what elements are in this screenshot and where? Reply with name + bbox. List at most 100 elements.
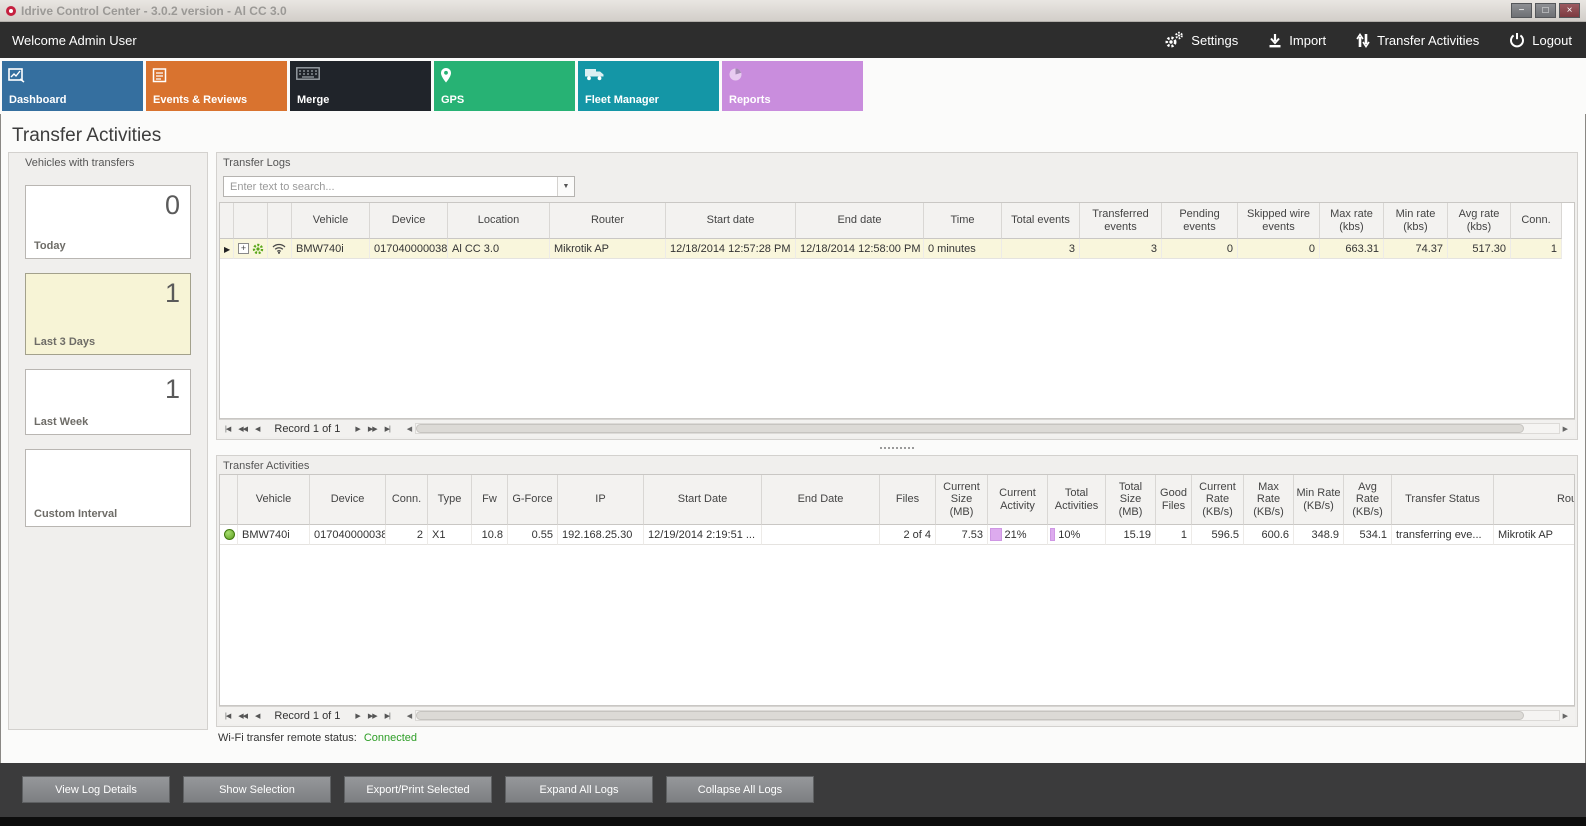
next-record-button[interactable]: ▶ — [353, 712, 361, 720]
column-header-max-rate-kbs[interactable]: Max rate (kbs) — [1320, 203, 1384, 239]
last-record-button[interactable]: ▶| — [383, 425, 392, 433]
filter-card-last-3-days[interactable]: 1 Last 3 Days — [25, 273, 191, 355]
settings-button[interactable]: Settings — [1163, 31, 1238, 49]
window-titlebar[interactable]: Idrive Control Center - 3.0.2 version - … — [0, 0, 1586, 22]
column-header-current-activity[interactable]: Current Activity — [988, 475, 1048, 525]
column-header-row-indicator[interactable] — [220, 203, 234, 239]
tile-gps[interactable]: GPS — [434, 61, 575, 111]
fast-prev-button[interactable]: ◀◀ — [236, 425, 249, 433]
table-row[interactable]: ▶+BMW740i017040000038Al CC 3.0Mikrotik A… — [220, 239, 1562, 259]
tile-reports[interactable]: Reports — [722, 61, 863, 111]
tile-merge[interactable]: Merge — [290, 61, 431, 111]
scroll-left-button[interactable]: ◀ — [404, 712, 415, 720]
column-header-avg-rate-kbs[interactable]: Avg rate (kbs) — [1448, 203, 1511, 239]
column-header-router[interactable]: Router — [550, 203, 666, 239]
column-header-conn[interactable]: Conn. — [1511, 203, 1562, 239]
today-label: Today — [34, 240, 66, 252]
expand-gear-cell: + — [234, 239, 268, 259]
column-header-vehicle[interactable]: Vehicle — [292, 203, 370, 239]
column-header-start-date[interactable]: Start Date — [644, 475, 762, 525]
first-record-button[interactable]: |◀ — [223, 425, 232, 433]
view-log-details-button[interactable]: View Log Details — [22, 776, 170, 803]
gear-icon — [252, 243, 264, 255]
search-dropdown-button[interactable]: ▼ — [557, 177, 574, 196]
transfer-logs-pager: |◀ ◀◀ ◀ Record 1 of 1 ▶ ▶▶ ▶| ◀ ▶ — [219, 419, 1575, 437]
scrollbar-thumb[interactable] — [416, 424, 1524, 433]
fast-prev-button[interactable]: ◀◀ — [236, 712, 249, 720]
column-header-max-rate-kb-s[interactable]: Max Rate (KB/s) — [1244, 475, 1294, 525]
column-header-current-rate-kb-s[interactable]: Current Rate (KB/s) — [1192, 475, 1244, 525]
column-header-g-force[interactable]: G-Force — [508, 475, 558, 525]
transfer-activities-button[interactable]: Transfer Activities — [1356, 33, 1479, 48]
import-button[interactable]: Import — [1268, 33, 1326, 48]
tile-dashboard[interactable]: Dashboard — [2, 61, 143, 111]
cell: 600.6 — [1244, 525, 1294, 545]
logout-button[interactable]: Logout — [1509, 32, 1572, 48]
prev-record-button[interactable]: ◀ — [253, 712, 261, 720]
column-header-min-rate-kb-s[interactable]: Min Rate (KB/s) — [1294, 475, 1344, 525]
cell: 192.168.25.30 — [558, 525, 644, 545]
scrollbar-thumb[interactable] — [416, 711, 1524, 720]
column-header-type[interactable]: Type — [428, 475, 472, 525]
column-header-avg-rate-kb-s[interactable]: Avg Rate (KB/s) — [1344, 475, 1392, 525]
column-header-vehicle[interactable]: Vehicle — [238, 475, 310, 525]
column-header-pending-events[interactable]: Pending events — [1162, 203, 1238, 239]
column-header-total-events[interactable]: Total events — [1002, 203, 1080, 239]
horizontal-scrollbar[interactable] — [415, 710, 1559, 721]
filter-card-today[interactable]: 0 Today — [25, 185, 191, 259]
column-header-good-files[interactable]: Good Files — [1156, 475, 1192, 525]
column-header-signal[interactable] — [268, 203, 292, 239]
column-header-total-size-mb[interactable]: Total Size (MB) — [1106, 475, 1156, 525]
minimize-button[interactable]: − — [1511, 3, 1532, 18]
fast-next-button[interactable]: ▶▶ — [366, 712, 379, 720]
scroll-right-button[interactable]: ▶ — [1560, 425, 1571, 433]
column-header-total-activities[interactable]: Total Activities — [1048, 475, 1106, 525]
column-header-conn[interactable]: Conn. — [386, 475, 428, 525]
column-header-time[interactable]: Time — [924, 203, 1002, 239]
scroll-right-button[interactable]: ▶ — [1560, 712, 1571, 720]
next-record-button[interactable]: ▶ — [353, 425, 361, 433]
last-record-button[interactable]: ▶| — [383, 712, 392, 720]
column-header-location[interactable]: Location — [448, 203, 550, 239]
expand-all-logs-button[interactable]: Expand All Logs — [505, 776, 653, 803]
column-header-expand[interactable] — [234, 203, 268, 239]
column-header-end-date[interactable]: End Date — [762, 475, 880, 525]
horizontal-scrollbar[interactable] — [415, 423, 1559, 434]
column-header-min-rate-kbs[interactable]: Min rate (kbs) — [1384, 203, 1448, 239]
expand-row-icon[interactable]: + — [238, 243, 249, 254]
export-print-selected-button[interactable]: Export/Print Selected — [344, 776, 492, 803]
close-button[interactable]: × — [1559, 3, 1580, 18]
filter-card-custom-interval[interactable]: Custom Interval — [25, 449, 191, 527]
column-header-router[interactable]: Router — [1494, 475, 1575, 525]
cell: 596.5 — [1192, 525, 1244, 545]
column-header-files[interactable]: Files — [880, 475, 936, 525]
cell: 3 — [1002, 239, 1080, 259]
maximize-button[interactable]: □ — [1535, 3, 1556, 18]
search-input[interactable] — [224, 177, 557, 196]
tile-fleet-manager[interactable]: Fleet Manager — [578, 61, 719, 111]
column-header-fw[interactable]: Fw — [472, 475, 508, 525]
first-record-button[interactable]: |◀ — [223, 712, 232, 720]
collapse-all-logs-button[interactable]: Collapse All Logs — [666, 776, 814, 803]
show-selection-button[interactable]: Show Selection — [183, 776, 331, 803]
column-header-skipped-wire-events[interactable]: Skipped wire events — [1238, 203, 1320, 239]
column-header-transfer-status[interactable]: Transfer Status — [1392, 475, 1494, 525]
column-header-start-date[interactable]: Start date — [666, 203, 796, 239]
fast-next-button[interactable]: ▶▶ — [366, 425, 379, 433]
column-header-current-size-mb[interactable]: Current Size (MB) — [936, 475, 988, 525]
column-header-device[interactable]: Device — [310, 475, 386, 525]
column-header-end-date[interactable]: End date — [796, 203, 924, 239]
cell: 74.37 — [1384, 239, 1448, 259]
prev-record-button[interactable]: ◀ — [253, 425, 261, 433]
scroll-left-button[interactable]: ◀ — [404, 425, 415, 433]
column-header-ip[interactable]: IP — [558, 475, 644, 525]
tile-gps-label: GPS — [441, 94, 464, 106]
table-row[interactable]: BMW740i0170400000382X110.80.55192.168.25… — [220, 525, 1575, 545]
column-header-device[interactable]: Device — [370, 203, 448, 239]
cell: 0.55 — [508, 525, 558, 545]
filter-card-last-week[interactable]: 1 Last Week — [25, 369, 191, 435]
panel-splitter[interactable] — [216, 440, 1578, 455]
column-header-status[interactable] — [220, 475, 238, 525]
tile-events-reviews[interactable]: Events & Reviews — [146, 61, 287, 111]
column-header-transferred-events[interactable]: Transferred events — [1080, 203, 1162, 239]
